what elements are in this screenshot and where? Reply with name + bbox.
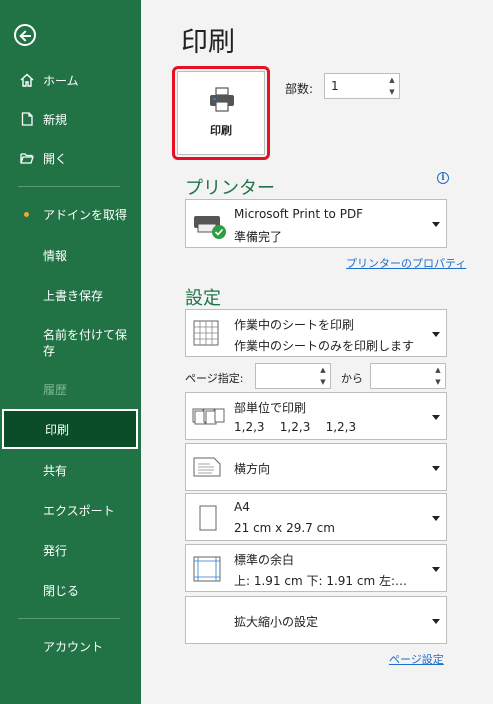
print-what-desc: 作業中のシートのみを印刷します [234, 339, 415, 353]
nav-print[interactable]: 印刷 [2, 409, 138, 449]
copies-value: 1 [331, 79, 339, 93]
printer-dropdown[interactable]: Microsoft Print to PDF 準備完了 [185, 199, 447, 248]
nav-print-label: 印刷 [45, 422, 70, 437]
print-what-title: 作業中のシートを印刷 [234, 318, 355, 332]
nav-publish-label: 発行 [43, 543, 68, 558]
scaling-title: 拡大縮小の設定 [234, 615, 319, 629]
pages-from-input[interactable]: ▲ ▼ [255, 363, 331, 389]
collated-pages-icon [192, 408, 225, 425]
landscape-page-icon [193, 457, 221, 477]
print-what-dropdown[interactable]: 作業中のシートを印刷 作業中のシートのみを印刷します [185, 309, 447, 357]
paper-size-icon [199, 505, 217, 531]
nav-close[interactable]: 閉じる [0, 575, 141, 605]
print-button-label: 印刷 [210, 124, 232, 137]
copies-input[interactable]: 1 ▲ ▼ [324, 73, 400, 99]
sheet-grid-icon [193, 320, 219, 346]
settings-section-heading: 設定 [185, 288, 221, 309]
print-pane: 印刷 印刷 部数: 1 ▲ ▼ プリンター i Microsoft Print … [141, 0, 493, 704]
page-title: 印刷 [181, 27, 235, 58]
dropdown-caret-icon [432, 222, 440, 227]
nav-save[interactable]: 上書き保存 [0, 280, 141, 310]
nav-save-as-label: 名前を付けて保存 [43, 328, 128, 358]
new-document-icon [21, 112, 33, 126]
margins-title: 標準の余白 [234, 553, 295, 567]
nav-get-addins[interactable]: アドインを取得 [0, 199, 141, 229]
printer-icon [210, 87, 234, 112]
dropdown-caret-icon [432, 466, 440, 471]
dropdown-caret-icon [432, 415, 440, 420]
dropdown-caret-icon [432, 332, 440, 337]
nav-open[interactable]: 開く [0, 143, 141, 173]
printer-section-heading: プリンター [185, 178, 275, 199]
scaling-dropdown[interactable]: 拡大縮小の設定 [185, 596, 447, 644]
nav-info[interactable]: 情報 [0, 240, 141, 270]
printer-icon [194, 216, 226, 239]
nav-home-label: ホーム [43, 73, 79, 88]
print-button[interactable]: 印刷 [177, 71, 265, 155]
home-icon [20, 73, 34, 87]
backstage-sidebar: ホーム 新規 開く アドインを取得 情報 上書き保存 名前を付けて保存 履歴 印… [0, 0, 141, 704]
nav-share-label: 共有 [43, 463, 68, 478]
pages-to-label: から [341, 372, 363, 385]
spin-down-icon[interactable]: ▼ [318, 378, 328, 386]
orientation-dropdown[interactable]: 横方向 [185, 443, 447, 491]
paper-size-desc: 21 cm x 29.7 cm [234, 521, 335, 535]
spin-up-icon[interactable]: ▲ [433, 366, 443, 374]
orientation-title: 横方向 [234, 462, 271, 476]
sidebar-divider [18, 618, 120, 619]
paper-size-dropdown[interactable]: A4 21 cm x 29.7 cm [185, 493, 447, 541]
spin-up-icon[interactable]: ▲ [387, 76, 397, 84]
nav-save-label: 上書き保存 [43, 288, 104, 303]
copies-label: 部数: [285, 82, 314, 96]
nav-new[interactable]: 新規 [0, 104, 141, 134]
nav-export[interactable]: エクスポート [0, 495, 141, 525]
margins-icon [193, 556, 221, 582]
spin-up-icon[interactable]: ▲ [318, 366, 328, 374]
collation-desc: 1,2,3 1,2,3 1,2,3 [234, 420, 357, 434]
page-setup-link[interactable]: ページ設定 [389, 651, 444, 667]
printer-status: 準備完了 [234, 230, 283, 244]
nav-history-label: 履歴 [43, 382, 68, 397]
notification-dot-icon [24, 212, 29, 217]
nav-account[interactable]: アカウント [0, 631, 141, 661]
dropdown-caret-icon [432, 516, 440, 521]
dropdown-caret-icon [432, 619, 440, 624]
nav-publish[interactable]: 発行 [0, 535, 141, 565]
nav-account-label: アカウント [43, 639, 104, 654]
nav-history: 履歴 [0, 374, 141, 404]
info-icon[interactable]: i [437, 172, 449, 184]
pages-label: ページ指定: [185, 372, 244, 385]
collation-dropdown[interactable]: 部単位で印刷 1,2,3 1,2,3 1,2,3 [185, 392, 447, 440]
pages-to-input[interactable]: ▲ ▼ [370, 363, 446, 389]
sidebar-divider [18, 186, 120, 187]
nav-save-as[interactable]: 名前を付けて保存 [0, 325, 141, 361]
dropdown-caret-icon [432, 567, 440, 572]
paper-size-title: A4 [234, 500, 250, 514]
margins-dropdown[interactable]: 標準の余白 上: 1.91 cm 下: 1.91 cm 左:… [185, 544, 447, 592]
printer-properties-link[interactable]: プリンターのプロパティ [346, 255, 466, 271]
spin-down-icon[interactable]: ▼ [387, 88, 397, 96]
nav-export-label: エクスポート [43, 503, 115, 518]
spin-down-icon[interactable]: ▼ [433, 378, 443, 386]
nav-share[interactable]: 共有 [0, 455, 141, 485]
collation-title: 部単位で印刷 [234, 401, 307, 415]
margins-desc: 上: 1.91 cm 下: 1.91 cm 左:… [234, 574, 408, 588]
folder-open-icon [20, 153, 34, 164]
printer-name: Microsoft Print to PDF [234, 207, 364, 221]
nav-home[interactable]: ホーム [0, 65, 141, 95]
nav-info-label: 情報 [43, 248, 68, 263]
back-arrow-icon[interactable] [14, 24, 36, 46]
nav-new-label: 新規 [43, 112, 68, 127]
nav-close-label: 閉じる [43, 583, 80, 598]
nav-get-addins-label: アドインを取得 [43, 207, 128, 222]
nav-open-label: 開く [43, 151, 68, 166]
